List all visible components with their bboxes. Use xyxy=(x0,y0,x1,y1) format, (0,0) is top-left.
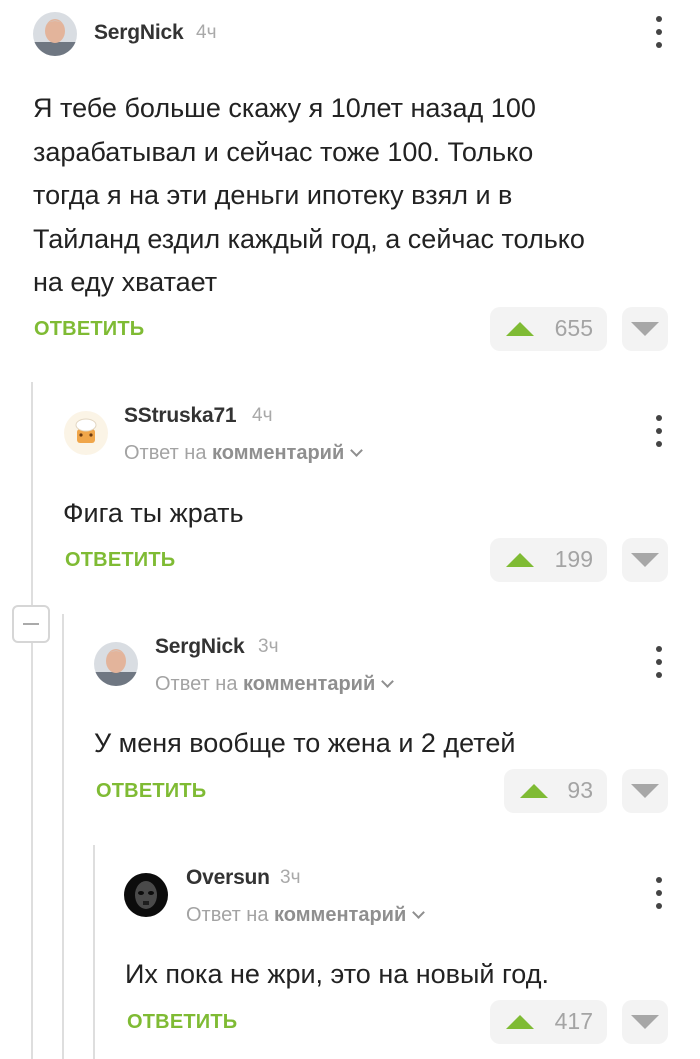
comment-time: 3ч xyxy=(258,636,279,657)
more-vertical-icon[interactable] xyxy=(653,16,665,48)
reply-to-prefix: Ответ на xyxy=(155,673,238,695)
vote-count: 93 xyxy=(567,777,593,803)
vote-count: 417 xyxy=(554,1008,593,1034)
vote-count: 199 xyxy=(554,546,593,572)
comment-text-line: У меня вообще то жена и 2 детей xyxy=(94,728,516,758)
reply-to-prefix: Ответ на xyxy=(186,904,269,926)
avatar[interactable] xyxy=(94,642,138,686)
collapse-thread-button[interactable] xyxy=(12,605,50,643)
upvote-triangle-icon xyxy=(520,784,548,798)
downvote-button[interactable] xyxy=(622,538,668,582)
downvote-triangle-icon xyxy=(631,553,659,567)
upvote-triangle-icon xyxy=(506,322,534,336)
thread-line-level-2 xyxy=(62,614,64,1059)
reply-button[interactable]: ОТВЕТИТЬ xyxy=(65,549,175,572)
downvote-button[interactable] xyxy=(622,1000,668,1044)
avatar[interactable] xyxy=(124,873,168,917)
reply-button[interactable]: ОТВЕТИТЬ xyxy=(34,318,144,341)
comment-text-line: Я тебе больше скажу я 10лет назад 100 xyxy=(33,93,536,123)
upvote-button[interactable]: 199 xyxy=(490,538,607,582)
comment-text-line: Фига ты жрать xyxy=(63,498,244,528)
chevron-down-icon xyxy=(412,906,426,919)
more-vertical-icon[interactable] xyxy=(653,646,665,678)
comment-text-line: тогда я на эти деньги ипотеку взял и в xyxy=(33,180,513,210)
chevron-down-icon xyxy=(381,675,395,688)
avatar[interactable] xyxy=(64,411,108,455)
downvote-button[interactable] xyxy=(622,307,668,351)
thread-line-level-1 xyxy=(31,382,33,1059)
comment-text-line: зарабатывал и сейчас тоже 100. Только xyxy=(33,136,534,167)
comment-time: 4ч xyxy=(196,22,217,43)
reply-to-link[interactable]: Ответ на комментарий xyxy=(186,904,426,927)
upvote-triangle-icon xyxy=(506,1015,534,1029)
author-name[interactable]: SStruska71 xyxy=(124,404,237,428)
upvote-button[interactable]: 93 xyxy=(504,769,607,813)
reply-to-link[interactable]: Ответ на комментарий xyxy=(155,673,395,696)
comment-text: Их пока не жри, это на новый год. xyxy=(125,953,549,997)
author-name[interactable]: SergNick xyxy=(155,635,245,659)
author-name[interactable]: Oversun xyxy=(186,866,270,890)
comment-text-line: Тайланд ездил каждый год, а сейчас тольк… xyxy=(33,223,585,254)
comment-text-line: на еду хватает xyxy=(33,267,218,297)
downvote-triangle-icon xyxy=(631,1015,659,1029)
comment-time: 4ч xyxy=(252,405,273,426)
upvote-triangle-icon xyxy=(506,553,534,567)
vote-count: 655 xyxy=(554,315,593,341)
more-vertical-icon[interactable] xyxy=(653,415,665,447)
more-vertical-icon[interactable] xyxy=(653,877,665,909)
comment-text: Я тебе больше скажу я 10лет назад 100 за… xyxy=(33,87,585,305)
thread-line-level-3 xyxy=(93,845,95,1059)
comment-text-line: Их пока не жри, это на новый год. xyxy=(125,959,549,989)
reply-to-link[interactable]: Ответ на комментарий xyxy=(124,442,364,465)
downvote-triangle-icon xyxy=(631,322,659,336)
comment-text: У меня вообще то жена и 2 детей xyxy=(94,722,515,766)
upvote-button[interactable]: 655 xyxy=(490,307,607,351)
reply-to-prefix: Ответ на xyxy=(124,442,207,464)
collapse-minus-icon xyxy=(23,623,39,625)
reply-button[interactable]: ОТВЕТИТЬ xyxy=(127,1011,237,1034)
downvote-triangle-icon xyxy=(631,784,659,798)
upvote-button[interactable]: 417 xyxy=(490,1000,607,1044)
chevron-down-icon xyxy=(350,444,364,457)
comment-time: 3ч xyxy=(280,867,301,888)
reply-button[interactable]: ОТВЕТИТЬ xyxy=(96,780,206,803)
reply-to-target[interactable]: комментарий xyxy=(212,442,344,464)
reply-to-target[interactable]: комментарий xyxy=(243,673,375,695)
reply-to-target[interactable]: комментарий xyxy=(274,904,406,926)
comment-text: Фига ты жрать xyxy=(63,492,244,536)
downvote-button[interactable] xyxy=(622,769,668,813)
author-name[interactable]: SergNick xyxy=(94,21,184,45)
avatar[interactable] xyxy=(33,12,77,56)
